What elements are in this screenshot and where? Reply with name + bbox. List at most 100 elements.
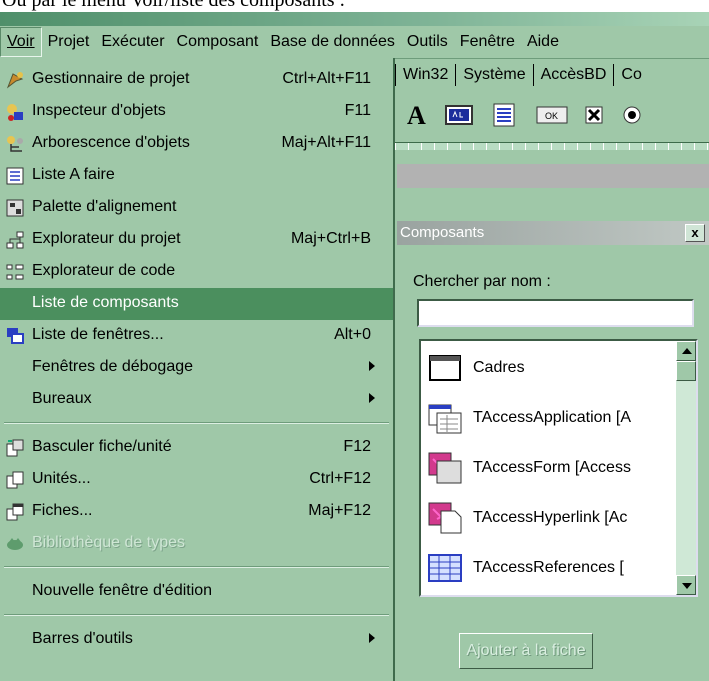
menu-item-label: Nouvelle fenêtre d'édition [32, 582, 213, 599]
menu-item-shortcut: Alt+0 [334, 326, 371, 343]
view-menu-dropdown: Gestionnaire de projet Ctrl+Alt+F11 Insp… [0, 58, 395, 681]
menu-item-shortcut: Maj+Alt+F11 [281, 134, 371, 151]
menu-item-alignment-palette[interactable]: Palette d'alignement [0, 192, 393, 224]
edit-box-icon[interactable] [445, 102, 473, 128]
menu-item-shortcut: Ctrl+Alt+F11 [282, 70, 371, 87]
list-item[interactable]: TAccessApplication [A [421, 393, 671, 443]
menu-item-object-tree[interactable]: Arborescence d'objets Maj+Alt+F11 [0, 128, 393, 160]
form-area-gray [397, 164, 709, 188]
menu-bar: Voir Projet Exécuter Composant Base de d… [0, 26, 709, 59]
memo-icon[interactable] [491, 102, 517, 128]
menu-outils-label: Outils [406, 33, 448, 50]
menu-item-desktops[interactable]: Bureaux [0, 384, 393, 416]
menu-item-todo-list[interactable]: Liste A faire [0, 160, 393, 192]
menu-item-window-list[interactable]: Liste de fenêtres... Alt+0 [0, 320, 393, 352]
radio-button-icon[interactable] [621, 102, 643, 128]
ide-title-bar [0, 12, 709, 26]
menu-item-label: Liste A faire [32, 166, 115, 183]
menu-item-label: Arborescence d'objets [32, 134, 190, 151]
access-hyperlink-icon [425, 500, 465, 536]
document-caption: Ou par le menu Voir/liste des composants… [0, 0, 709, 12]
menu-item-object-inspector[interactable]: Inspecteur d'objets F11 [0, 96, 393, 128]
menu-item-new-edit-window[interactable]: Nouvelle fenêtre d'édition [0, 576, 393, 608]
component-palette: A OK [395, 90, 709, 142]
scroll-thumb[interactable] [676, 361, 696, 381]
scroll-up-button[interactable] [676, 341, 696, 361]
components-window-title: Composants x [397, 221, 709, 245]
menu-voir[interactable]: Voir [0, 27, 42, 57]
menu-item-label: Fiches... [32, 502, 93, 519]
checkbox-icon[interactable] [583, 102, 605, 128]
menu-item-component-list[interactable]: Liste de composants [0, 288, 393, 320]
chevron-down-icon [682, 583, 692, 589]
menu-item-label: Explorateur de code [32, 262, 176, 279]
submenu-arrow-icon [369, 361, 375, 371]
menu-base-de-donnees-label: Base de données [270, 33, 395, 50]
frame-icon [425, 350, 465, 386]
list-item[interactable]: Cadres [421, 343, 671, 393]
component-list[interactable]: Cadres TAccessApplication [A TAccessForm… [419, 339, 698, 597]
menu-item-label: Liste de fenêtres... [32, 326, 164, 343]
add-to-form-button[interactable]: Ajouter à la fiche [459, 633, 593, 669]
menu-item-shortcut: F12 [343, 438, 371, 455]
toggle-form-unit-icon [4, 437, 26, 459]
menu-fenetre[interactable]: Fenêtre [454, 28, 521, 56]
form-area-strip [395, 150, 709, 196]
menu-aide[interactable]: Aide [521, 28, 565, 56]
list-item-label: Cadres [473, 359, 525, 376]
menu-item-shortcut: Ctrl+F12 [309, 470, 371, 487]
todo-list-icon [4, 165, 26, 187]
ok-button-icon[interactable]: OK [535, 102, 569, 128]
menu-item-units[interactable]: Unités... Ctrl+F12 [0, 464, 393, 496]
list-item[interactable]: TAccessReferences [ [421, 543, 671, 593]
svg-text:A: A [407, 102, 426, 128]
list-item[interactable]: TAccessHyperlink [Ac [421, 493, 671, 543]
menu-composant[interactable]: Composant [171, 28, 265, 56]
search-input[interactable] [417, 299, 694, 327]
menu-item-label: Liste de composants [32, 294, 179, 311]
menu-item-label: Palette d'alignement [32, 198, 177, 215]
list-scrollbar[interactable] [676, 341, 696, 595]
menu-item-forms[interactable]: Fiches... Maj+F12 [0, 496, 393, 528]
tab-accesbd[interactable]: AccèsBD [532, 64, 614, 86]
menu-item-label: Explorateur du projet [32, 230, 181, 247]
tab-systeme[interactable]: Système [455, 64, 532, 86]
menu-base-de-donnees[interactable]: Base de données [264, 28, 401, 56]
alignment-palette-icon [4, 197, 26, 219]
scroll-down-button[interactable] [676, 575, 696, 595]
menu-item-shortcut: Maj+F12 [308, 502, 371, 519]
menu-item-type-library[interactable]: Bibliothèque de types [0, 528, 393, 560]
project-explorer-icon [4, 229, 26, 251]
menu-item-debug-windows[interactable]: Fenêtres de débogage [0, 352, 393, 384]
search-label: Chercher par nom : [413, 273, 551, 291]
menu-item-label: Fenêtres de débogage [32, 358, 194, 375]
menu-aide-label: Aide [526, 33, 559, 50]
menu-item-toggle-form-unit[interactable]: Basculer fiche/unité F12 [0, 432, 393, 464]
menu-item-code-explorer[interactable]: Explorateur de code [0, 256, 393, 288]
access-references-icon [425, 550, 465, 586]
menu-item-toolbars[interactable]: Barres d'outils [0, 624, 393, 656]
access-application-icon [425, 400, 465, 436]
components-window: Composants x Chercher par nom : Cadres T… [397, 221, 709, 681]
code-explorer-icon [4, 261, 26, 283]
chevron-up-icon [682, 348, 692, 354]
menu-item-project-manager[interactable]: Gestionnaire de projet Ctrl+Alt+F11 [0, 64, 393, 96]
menu-item-shortcut: Maj+Ctrl+B [290, 230, 371, 247]
tab-co[interactable]: Co [613, 64, 648, 86]
tab-win32[interactable]: Win32 [395, 64, 455, 86]
components-window-title-text: Composants [400, 224, 485, 241]
menu-voir-label: Voir [7, 33, 35, 50]
menu-item-label: Bibliothèque de types [32, 534, 185, 551]
close-icon[interactable]: x [685, 224, 705, 242]
menu-item-project-explorer[interactable]: Explorateur du projet Maj+Ctrl+B [0, 224, 393, 256]
list-item[interactable]: TAccessForm [Access [421, 443, 671, 493]
object-tree-icon [4, 133, 26, 155]
project-manager-icon [4, 69, 26, 91]
menu-projet[interactable]: Projet [42, 28, 96, 56]
label-a-icon[interactable]: A [403, 102, 431, 128]
menu-item-shortcut: F11 [344, 102, 371, 119]
menu-outils[interactable]: Outils [401, 28, 454, 56]
units-icon [4, 469, 26, 491]
menu-executer[interactable]: Exécuter [95, 28, 170, 56]
submenu-arrow-icon [369, 633, 375, 643]
